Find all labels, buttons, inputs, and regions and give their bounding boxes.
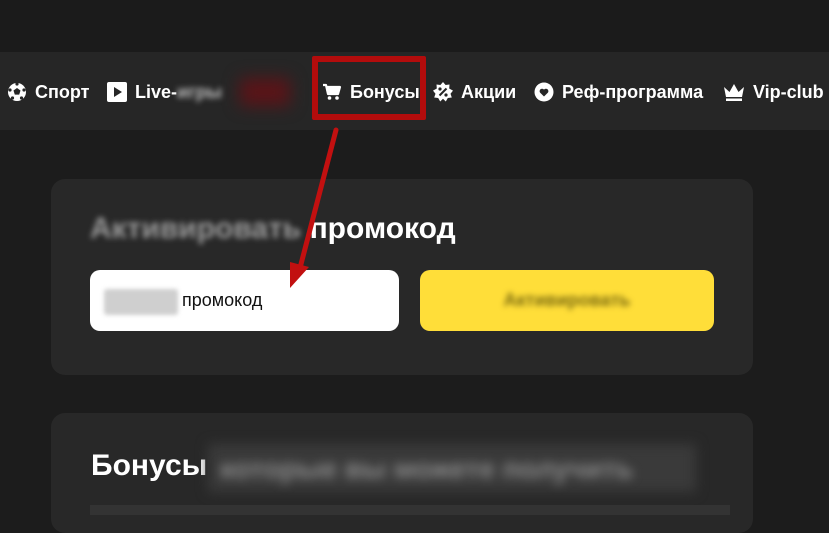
annotation-arrow [290,127,339,288]
